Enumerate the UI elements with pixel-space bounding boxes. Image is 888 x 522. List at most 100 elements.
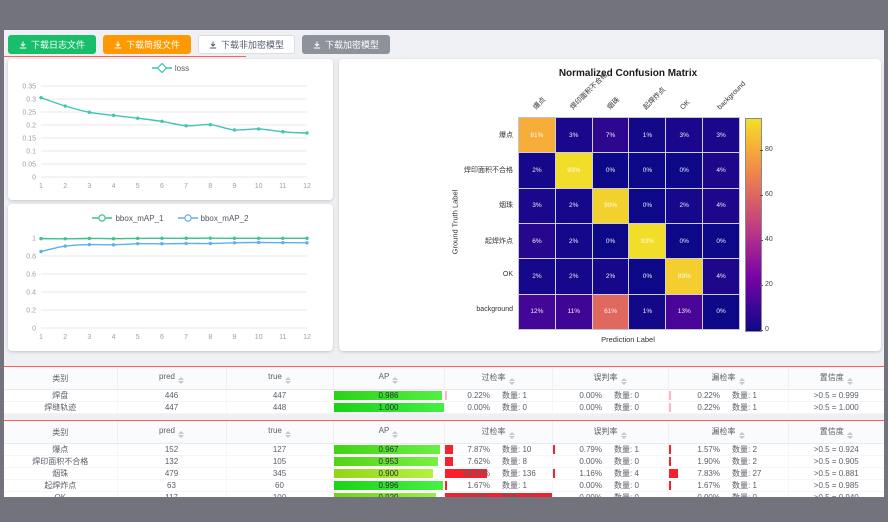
colorbar-tick-mark xyxy=(760,240,763,241)
svg-text:0: 0 xyxy=(32,175,36,182)
column-label: 烟珠 xyxy=(605,96,621,112)
column-header-ap[interactable]: AP xyxy=(333,421,444,444)
column-header-over[interactable]: 过检率 xyxy=(444,367,552,390)
download-report-button[interactable]: 下载简报文件 xyxy=(103,35,191,54)
svg-text:5: 5 xyxy=(136,183,140,190)
rate-bar xyxy=(669,445,671,454)
column-header-over[interactable]: 过检率 xyxy=(444,421,552,444)
column-header-label: 类别 xyxy=(52,428,68,437)
sort-icon[interactable] xyxy=(392,377,398,384)
svg-text:0.05: 0.05 xyxy=(22,162,36,169)
miss-rate-cell: 1.90%数量: 2 xyxy=(668,456,788,468)
svg-text:10: 10 xyxy=(255,183,263,190)
column-header-ap[interactable]: AP xyxy=(333,367,444,390)
mis-rate-cell: 0.00%数量: 0 xyxy=(552,492,668,498)
table-row: 烟珠4793450.90039.42%数量: 1361.16%数量: 47.83… xyxy=(4,468,884,480)
matrix-cell: 0% xyxy=(593,153,629,187)
column-header-conf[interactable]: 置信度 xyxy=(788,367,884,390)
loss-chart-card: loss 00.050.10.150.20.250.30.35123456789… xyxy=(8,59,333,200)
column-header-label: 漏检率 xyxy=(712,373,736,382)
map-chart: 00.20.40.60.81123456789101112 xyxy=(8,204,333,351)
sort-icon[interactable] xyxy=(621,378,627,385)
sort-icon[interactable] xyxy=(178,377,184,384)
toolbar: 下载日志文件 下载简报文件 下载非加密模型 下载加密模型 xyxy=(8,35,390,54)
sort-icon[interactable] xyxy=(509,432,515,439)
pred-cell: 479 xyxy=(117,468,226,480)
matrix-cell: 0% xyxy=(703,224,739,258)
svg-text:3: 3 xyxy=(87,334,91,341)
svg-text:9: 9 xyxy=(233,334,237,341)
rate-percent: 1.57% xyxy=(682,445,720,454)
rate-bar xyxy=(445,391,447,400)
true-cell: 100 xyxy=(226,492,333,498)
table-row: 焊盘4464470.9860.22%数量: 10.00%数量: 00.22%数量… xyxy=(4,390,884,402)
download-log-button[interactable]: 下载日志文件 xyxy=(8,35,96,54)
svg-text:1: 1 xyxy=(32,236,36,243)
over-rate-cell: 39.42%数量: 136 xyxy=(444,468,552,480)
rate-count: 数量: 2 xyxy=(732,444,774,455)
matrix-cell: 0% xyxy=(703,295,739,329)
column-header-mis[interactable]: 误判率 xyxy=(552,367,668,390)
confidence-cell: >0.5 = 1.000 xyxy=(788,402,884,414)
rate-cell: 0.00%数量: 0 xyxy=(445,402,552,413)
row-label: 焊印面积不合格 xyxy=(449,165,513,175)
button-label: 下载简报文件 xyxy=(126,38,180,51)
matrix-cell: 0% xyxy=(666,224,702,258)
matrix-cell: 0% xyxy=(593,224,629,258)
sort-icon[interactable] xyxy=(285,377,291,384)
sort-icon[interactable] xyxy=(285,431,291,438)
matrix-cell: 2% xyxy=(519,259,555,293)
column-header-miss[interactable]: 漏检率 xyxy=(668,421,788,444)
column-header-miss[interactable]: 漏检率 xyxy=(668,367,788,390)
matrix-cell: 93% xyxy=(556,153,592,187)
sort-icon[interactable] xyxy=(178,431,184,438)
rate-bar xyxy=(553,445,555,454)
rate-bar xyxy=(553,469,555,478)
rate-percent: 0.22% xyxy=(452,391,490,400)
svg-text:0.2: 0.2 xyxy=(26,123,36,130)
matrix-cell: 93% xyxy=(629,224,665,258)
matrix-cell: 61% xyxy=(593,295,629,329)
mis-rate-cell: 1.16%数量: 4 xyxy=(552,468,668,480)
sort-icon[interactable] xyxy=(739,378,745,385)
download-encrypted-model-button[interactable]: 下载加密模型 xyxy=(302,35,390,54)
pred-cell: 152 xyxy=(117,444,226,456)
download-unencrypted-model-button[interactable]: 下载非加密模型 xyxy=(198,35,295,54)
colorbar-tick-label: 0 xyxy=(765,326,769,333)
sort-icon[interactable] xyxy=(392,431,398,438)
table-row: 爆点1521270.9677.87%数量: 100.79%数量: 11.57%数… xyxy=(4,444,884,456)
true-cell: 105 xyxy=(226,456,333,468)
rate-count: 数量: 0 xyxy=(614,390,656,401)
matrix-cell: 0% xyxy=(629,153,665,187)
matrix-cell: 3% xyxy=(519,189,555,223)
column-header-label: pred xyxy=(159,372,175,381)
column-header-pred[interactable]: pred xyxy=(117,421,226,444)
column-header-mis[interactable]: 误判率 xyxy=(552,421,668,444)
metrics-table: 类别predtrueAP过检率误判率漏检率置信度焊盘4464470.9860.2… xyxy=(4,366,884,414)
rate-count: 数量: 0 xyxy=(614,480,656,491)
sort-icon[interactable] xyxy=(847,378,853,385)
sort-icon[interactable] xyxy=(739,432,745,439)
svg-text:7: 7 xyxy=(184,334,188,341)
rate-cell: 1.16%数量: 4 xyxy=(553,468,668,479)
category-cell: 焊缝轨迹 xyxy=(4,402,117,414)
ap-bar-wrap: 0.967 xyxy=(334,444,444,455)
category-cell: 焊盘 xyxy=(4,390,117,402)
svg-text:11: 11 xyxy=(279,334,286,341)
rate-percent: 0.00% xyxy=(452,403,490,412)
rate-count: 数量: 1 xyxy=(732,390,774,401)
sort-icon[interactable] xyxy=(509,378,515,385)
over-rate-cell: 117.00%数量: 117 xyxy=(444,492,552,498)
column-header-true[interactable]: true xyxy=(226,367,333,390)
miss-rate-cell: 0.22%数量: 1 xyxy=(668,402,788,414)
svg-text:4: 4 xyxy=(112,334,116,341)
sort-icon[interactable] xyxy=(621,432,627,439)
column-header-conf[interactable]: 置信度 xyxy=(788,421,884,444)
sort-icon[interactable] xyxy=(847,432,853,439)
column-header-pred[interactable]: pred xyxy=(117,367,226,390)
ap-cell: 0.900 xyxy=(333,468,444,480)
rate-cell: 0.00% 数量: 0 xyxy=(553,480,668,491)
column-header-true[interactable]: true xyxy=(226,421,333,444)
rate-percent: 0.79% xyxy=(564,445,602,454)
rate-percent: 0.00% xyxy=(564,481,602,490)
